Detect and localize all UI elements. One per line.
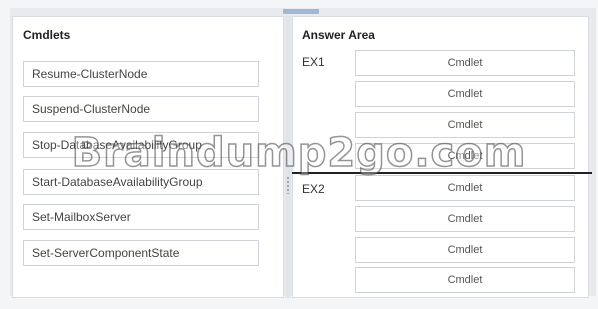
- cmdlet-item-set-servercomponentstate[interactable]: Set-ServerComponentState: [23, 240, 259, 266]
- group-label-ex2: EX2: [302, 182, 325, 196]
- panel-splitter[interactable]: [285, 16, 291, 298]
- cmdlet-item-set-mailboxserver[interactable]: Set-MailboxServer: [23, 204, 259, 230]
- answer-slot-ex1-3[interactable]: Cmdlet: [355, 112, 575, 138]
- group-divider-line: [292, 172, 592, 174]
- answer-slot-ex2-1[interactable]: Cmdlet: [355, 175, 575, 201]
- splitter-grip-icon: [286, 176, 290, 194]
- drag-handle[interactable]: [283, 9, 319, 14]
- answer-slot-ex2-2[interactable]: Cmdlet: [355, 206, 575, 232]
- answer-slot-ex1-2[interactable]: Cmdlet: [355, 81, 575, 107]
- answer-slot-ex1-1[interactable]: Cmdlet: [355, 50, 575, 76]
- group-label-ex1: EX1: [302, 55, 325, 69]
- cmdlet-item-resume-clusternode[interactable]: Resume-ClusterNode: [23, 61, 259, 87]
- cmdlet-item-stop-dag[interactable]: Stop-DatabaseAvailabilityGroup: [23, 132, 259, 158]
- answer-slot-ex2-3[interactable]: Cmdlet: [355, 237, 575, 263]
- cmdlets-panel: Cmdlets Resume-ClusterNode Suspend-Clust…: [12, 16, 284, 298]
- cmdlet-item-start-dag[interactable]: Start-DatabaseAvailabilityGroup: [23, 169, 259, 195]
- answer-area-panel: Answer Area EX1 Cmdlet Cmdlet Cmdlet Cmd…: [292, 16, 589, 298]
- answer-slot-ex1-4[interactable]: Cmdlet: [355, 143, 575, 169]
- answer-slot-ex2-4[interactable]: Cmdlet: [355, 267, 575, 293]
- cmdlets-panel-title: Cmdlets: [23, 28, 71, 42]
- cmdlet-item-suspend-clusternode[interactable]: Suspend-ClusterNode: [23, 96, 259, 122]
- answer-area-title: Answer Area: [302, 28, 375, 42]
